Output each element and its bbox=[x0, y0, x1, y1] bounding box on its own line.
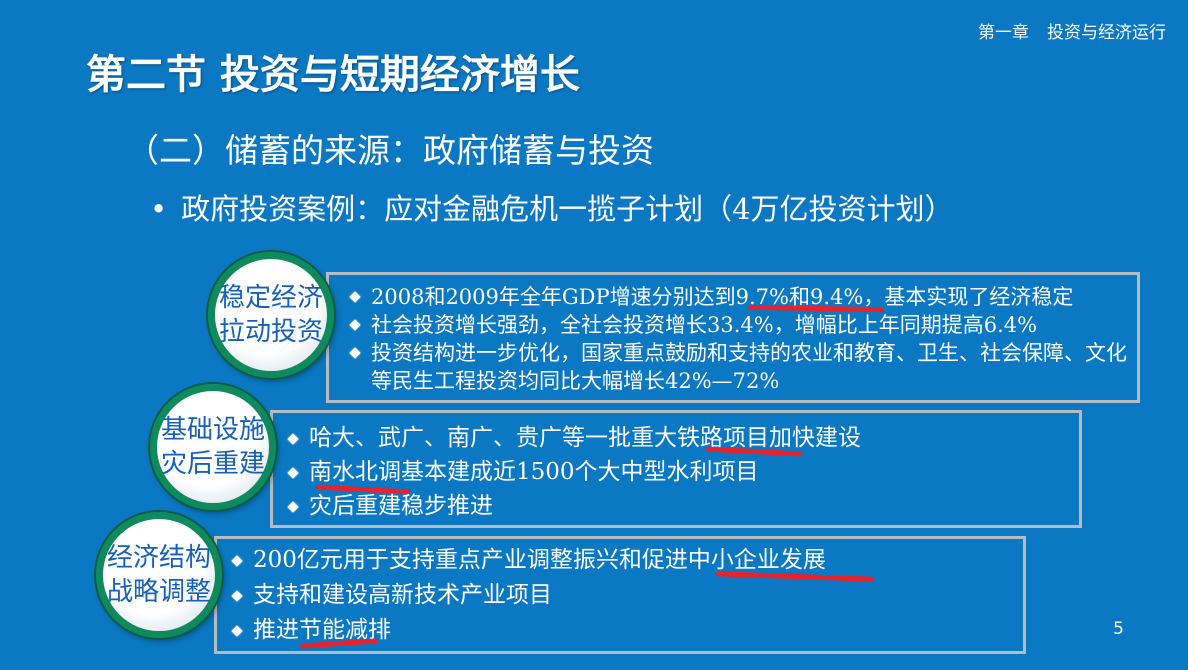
case-bullet-text: 政府投资案例：应对金融危机一揽子计划（4万亿投资计划） bbox=[181, 192, 954, 226]
diamond-bullet-icon bbox=[231, 590, 243, 602]
group-3-box: 200亿元用于支持重点产业调整振兴和促进中小企业发展 支持和建设高新技术产业项目… bbox=[214, 536, 1026, 654]
group-2-label-circle: 基础设施 灾后重建 bbox=[150, 384, 276, 510]
group-2-label-line1: 基础设施 bbox=[160, 415, 265, 445]
diamond-bullet-icon bbox=[349, 347, 361, 359]
bullet-dot: • bbox=[150, 192, 168, 226]
group-2-list: 哈大、武广、南广、贵广等一批重大铁路项目加快建设 南水北调基本建成近1500个大… bbox=[287, 421, 1069, 523]
case-bullet: • 政府投资案例：应对金融危机一揽子计划（4万亿投资计划） bbox=[150, 186, 954, 228]
list-item: 支持和建设高新技术产业项目 bbox=[231, 578, 1013, 613]
group-1-label-circle: 稳定经济 拉动投资 bbox=[208, 252, 334, 378]
group-1-label-line2: 拉动投资 bbox=[218, 317, 323, 347]
list-item: 哈大、武广、南广、贵广等一批重大铁路项目加快建设 bbox=[287, 421, 1069, 455]
diamond-bullet-icon bbox=[349, 319, 361, 331]
group-1-label-line1: 稳定经济 bbox=[218, 283, 323, 313]
list-item: 投资结构进一步优化，国家重点鼓励和支持的农业和教育、卫生、社会保障、文化等民生工… bbox=[349, 339, 1127, 395]
list-item: 社会投资增长强劲，全社会投资增长33.4%，增幅比上年同期提高6.4% bbox=[349, 311, 1127, 339]
diamond-bullet-icon bbox=[349, 291, 361, 303]
diamond-bullet-icon bbox=[231, 625, 243, 637]
diamond-bullet-icon bbox=[287, 467, 299, 479]
group-1-list: 2008和2009年全年GDP增速分别达到9.7%和9.4%，基本实现了经济稳定… bbox=[349, 283, 1127, 395]
chapter-title: 投资与经济运行 bbox=[1047, 23, 1166, 43]
group-3-label-line1: 经济结构 bbox=[106, 543, 211, 573]
group-3-label-line2: 战略调整 bbox=[106, 577, 211, 607]
page-number: 5 bbox=[1113, 619, 1124, 639]
list-item: 南水北调基本建成近1500个大中型水利项目 bbox=[287, 455, 1069, 489]
chapter-header: 第一章 投资与经济运行 bbox=[978, 18, 1166, 43]
group-2-box: 哈大、武广、南广、贵广等一批重大铁路项目加快建设 南水北调基本建成近1500个大… bbox=[270, 410, 1082, 528]
list-item: 200亿元用于支持重点产业调整振兴和促进中小企业发展 bbox=[231, 543, 1013, 578]
group-3-list: 200亿元用于支持重点产业调整振兴和促进中小企业发展 支持和建设高新技术产业项目… bbox=[231, 543, 1013, 648]
group-2-label-line2: 灾后重建 bbox=[160, 449, 265, 479]
list-item: 2008和2009年全年GDP增速分别达到9.7%和9.4%，基本实现了经济稳定 bbox=[349, 283, 1127, 311]
diamond-bullet-icon bbox=[287, 433, 299, 445]
section-title: 第二节 投资与短期经济增长 bbox=[86, 52, 580, 98]
diamond-bullet-icon bbox=[287, 501, 299, 513]
diamond-bullet-icon bbox=[231, 555, 243, 567]
subsection-title: （二）储蓄的来源：政府储蓄与投资 bbox=[126, 131, 654, 170]
chapter-number: 第一章 bbox=[978, 23, 1029, 43]
group-3-label-circle: 经济结构 战略调整 bbox=[96, 512, 222, 638]
group-1-box: 2008和2009年全年GDP增速分别达到9.7%和9.4%，基本实现了经济稳定… bbox=[326, 272, 1140, 403]
